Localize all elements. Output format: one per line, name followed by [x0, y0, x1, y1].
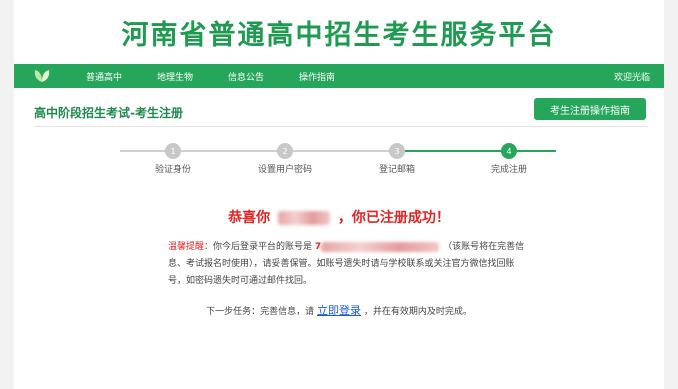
success-message: 恭喜你 ，你已注册成功！ [0, 207, 678, 227]
left-margin [0, 0, 14, 389]
redacted-name [278, 211, 330, 225]
nav-item-general-high-school[interactable]: 普通高中 [86, 70, 122, 83]
step-1-label: 验证身份 [154, 165, 191, 175]
right-margin [664, 0, 678, 389]
step-connector [293, 150, 389, 152]
step-connector [405, 150, 501, 152]
next-step-task: 下一步任务：完善信息，请 立即登录 ，并在有效期内及时完成。 [0, 302, 678, 318]
next-task-prefix: 下一步任务：完善信息，请 [206, 307, 315, 317]
reminder-label: 温馨提醒： [168, 242, 214, 252]
nav-item-announcements[interactable]: 信息公告 [228, 70, 264, 83]
step-2-circle: 2 [277, 143, 293, 159]
login-now-link[interactable]: 立即登录 [317, 304, 361, 317]
step-4-circle: 4 [501, 143, 517, 159]
success-prefix: 恭喜你 [228, 210, 271, 226]
registration-guide-button[interactable]: 考生注册操作指南 [534, 98, 646, 120]
main-nav: 普通高中 地理生物 信息公告 操作指南 欢迎光临 [14, 64, 664, 88]
step-3-label: 登记邮箱 [378, 165, 415, 175]
nav-item-geography-biology[interactable]: 地理生物 [157, 70, 193, 83]
registration-steps: 1 2 3 4 验证身份 设置用户密码 登记邮箱 完成注册 [120, 140, 556, 180]
reminder-notice: 温馨提醒：你今后登录平台的账号是 7 （该账号将在完善信息、考试报名时使用），请妥… [168, 239, 526, 290]
step-2-label: 设置用户密码 [257, 165, 312, 175]
redacted-account-number [321, 241, 440, 252]
leaf-logo-icon[interactable] [32, 68, 52, 84]
heading-divider [34, 126, 648, 127]
step-1-circle: 1 [165, 143, 181, 159]
welcome-text: 欢迎光临 [613, 72, 650, 83]
success-suffix: ，你已注册成功！ [337, 210, 450, 226]
reminder-text-account: 你今后登录平台的账号是 [213, 242, 313, 252]
site-banner: 河南省普通高中招生考生服务平台 [14, 0, 664, 64]
nav-item-operation-guide[interactable]: 操作指南 [299, 70, 335, 83]
page-frame: 河南省普通高中招生考生服务平台 普通高中 地理生物 信息公告 操作指南 欢迎光临… [0, 0, 678, 389]
step-3-circle: 3 [389, 143, 405, 159]
step-connector [181, 150, 277, 152]
next-task-suffix: ，并在有效期内及时完成。 [363, 307, 472, 317]
page-title: 高中阶段招生考试-考生注册 [34, 106, 183, 120]
step-4-label: 完成注册 [490, 165, 527, 175]
step-connector [120, 150, 165, 152]
site-title: 河南省普通高中招生考生服务平台 [121, 19, 557, 51]
step-connector [517, 150, 556, 152]
